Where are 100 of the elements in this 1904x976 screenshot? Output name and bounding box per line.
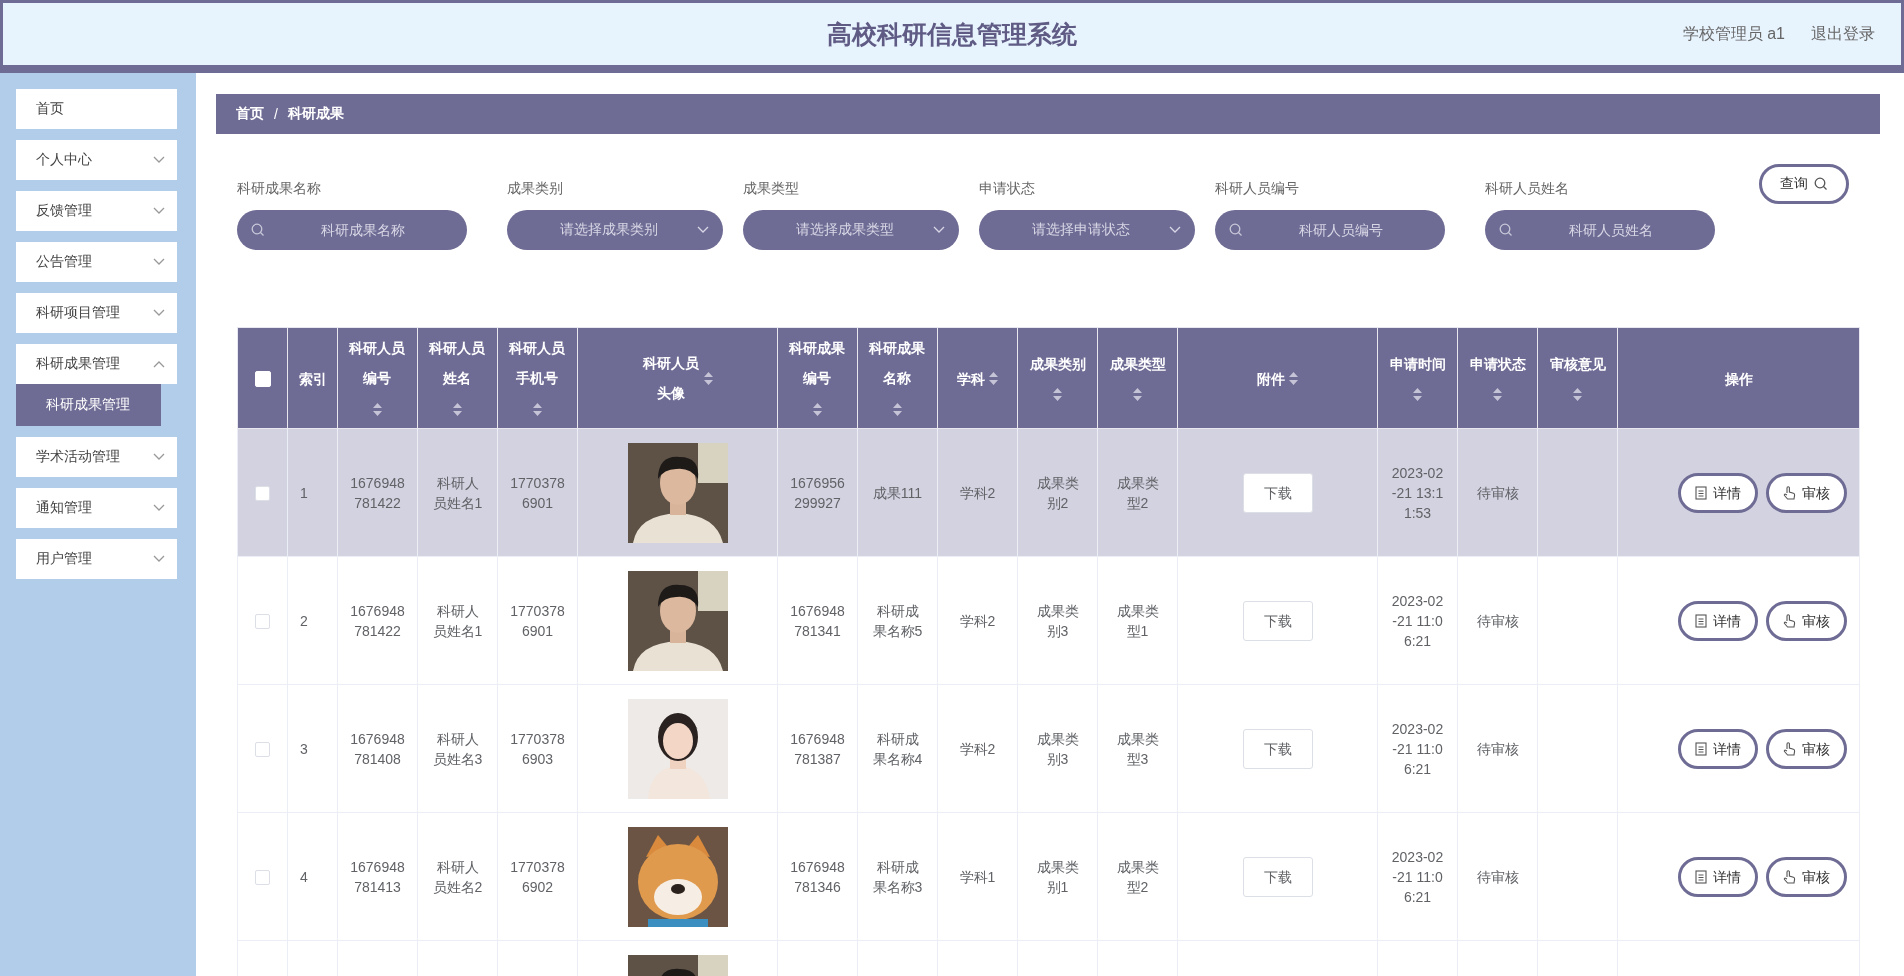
column-header: 索引 — [298, 369, 327, 389]
table-cell: 科研成果名称3 — [872, 858, 923, 895]
filter-label: 科研人员姓名 — [1485, 179, 1570, 198]
review-button[interactable]: 审核 — [1766, 472, 1847, 513]
search-field[interactable]: 科研人员姓名 — [1485, 210, 1715, 250]
sidebar-item[interactable]: 首页 — [16, 89, 177, 129]
download-button[interactable]: 下载 — [1242, 728, 1313, 769]
table-cell: 17703786901 — [510, 474, 565, 511]
sidebar-item[interactable]: 科研成果管理 — [16, 344, 177, 384]
review-button[interactable]: 审核 — [1766, 600, 1847, 641]
sidebar-item[interactable]: 反馈管理 — [16, 191, 177, 231]
table-cell: 2023-02-21 13:11:53 — [1391, 464, 1444, 521]
select-field[interactable]: 请选择申请状态 — [979, 210, 1195, 250]
document-icon — [1695, 613, 1707, 628]
review-button[interactable]: 审核 — [1766, 728, 1847, 769]
chevron-down-icon — [933, 226, 945, 234]
table-cell: 4 — [300, 868, 308, 885]
sidebar-item[interactable]: 公告管理 — [16, 242, 177, 282]
select-field[interactable]: 请选择成果类别 — [507, 210, 723, 250]
sidebar-item[interactable]: 用户管理 — [16, 539, 177, 579]
table-cell: 1676956299927 — [790, 474, 845, 511]
document-icon — [1695, 869, 1707, 884]
table-cell: 学科2 — [959, 612, 996, 629]
table-cell: 成果类型1 — [1116, 602, 1159, 639]
table-cell: 待审核 — [1476, 740, 1519, 757]
table-cell: 1676948781387 — [790, 730, 845, 767]
table-cell: 17703786901 — [510, 602, 565, 639]
table-cell: 待审核 — [1476, 868, 1519, 885]
table-cell: 科研人员姓名3 — [432, 730, 483, 767]
sidebar-item[interactable]: 学术活动管理 — [16, 437, 177, 477]
table-cell: 2023-02-21 11:06:21 — [1391, 848, 1444, 905]
table-cell: 成果类型2 — [1116, 858, 1159, 895]
search-field[interactable]: 科研人员编号 — [1215, 210, 1445, 250]
chevron-down-icon — [1169, 226, 1181, 234]
download-button[interactable]: 下载 — [1242, 856, 1313, 897]
query-button[interactable]: 查询 — [1759, 164, 1849, 204]
table-cell: 待审核 — [1476, 484, 1519, 501]
document-icon — [1695, 741, 1707, 756]
table-cell: 1676948781422 — [350, 474, 405, 511]
table-cell: 2 — [300, 612, 308, 629]
table-cell: 1676948781413 — [350, 858, 405, 895]
search-icon — [1229, 223, 1243, 237]
table-cell: 学科1 — [959, 868, 996, 885]
search-field[interactable]: 科研成果名称 — [237, 210, 467, 250]
details-button[interactable]: 详情 — [1678, 728, 1758, 769]
download-button[interactable]: 下载 — [1242, 600, 1313, 641]
table-cell: 1676948781341 — [790, 602, 845, 639]
filter-label: 申请状态 — [979, 179, 1036, 198]
table-cell: 成果类别3 — [1036, 730, 1079, 767]
row-checkbox[interactable] — [255, 870, 270, 886]
filter-label: 成果类别 — [507, 179, 564, 198]
table-cell: 科研成果名称4 — [872, 730, 923, 767]
select-field[interactable]: 请选择成果类型 — [743, 210, 959, 250]
filter-label: 科研人员编号 — [1215, 179, 1300, 198]
column-header[interactable]: 科研人员头像 — [641, 348, 701, 408]
table-cell: 1 — [300, 484, 308, 501]
document-icon — [1695, 485, 1707, 500]
table-cell: 1676948781408 — [350, 730, 405, 767]
select-all-checkbox[interactable] — [254, 371, 271, 388]
details-button[interactable]: 详情 — [1678, 472, 1758, 513]
table-cell: 17703786903 — [510, 730, 565, 767]
table-cell: 2023-02-21 11:06:21 — [1391, 720, 1444, 777]
table-cell: 1676948781346 — [790, 858, 845, 895]
system-title: 高校科研信息管理系统 — [827, 18, 1077, 50]
table-cell: 成果类型3 — [1116, 730, 1159, 767]
breadcrumb-separator: / — [274, 106, 278, 122]
table-cell: 科研人员姓名1 — [432, 602, 483, 639]
details-button[interactable]: 详情 — [1678, 856, 1758, 897]
table-cell: 科研人员姓名1 — [432, 474, 483, 511]
review-button[interactable]: 审核 — [1766, 856, 1847, 897]
filter-label: 成果类型 — [743, 179, 800, 198]
table-cell: 学科2 — [959, 484, 996, 501]
sidebar-item[interactable]: 通知管理 — [16, 488, 177, 528]
search-icon — [1499, 223, 1513, 237]
table-cell: 科研人员姓名2 — [432, 858, 483, 895]
table-cell: 成果类型2 — [1116, 474, 1159, 511]
filter-label: 科研成果名称 — [237, 179, 322, 198]
logout-link[interactable]: 退出登录 — [1811, 23, 1875, 45]
table-cell: 科研成果名称5 — [872, 602, 923, 639]
table-cell: 学科2 — [959, 740, 996, 757]
breadcrumb-link[interactable]: 首页 — [236, 105, 264, 123]
details-button[interactable]: 详情 — [1678, 600, 1758, 641]
sidebar-item[interactable]: 个人中心 — [16, 140, 177, 180]
sidebar-item[interactable]: 科研项目管理 — [16, 293, 177, 333]
row-checkbox[interactable] — [255, 486, 270, 502]
table-cell: 3 — [300, 740, 308, 757]
download-button[interactable]: 下载 — [1242, 472, 1313, 513]
table-cell: 成果111 — [872, 484, 923, 501]
column-header[interactable]: 学科 — [957, 363, 986, 394]
submenu-item[interactable]: 科研成果管理 — [16, 384, 161, 426]
row-checkbox[interactable] — [255, 742, 270, 758]
row-checkbox[interactable] — [255, 614, 270, 630]
search-icon — [251, 223, 265, 237]
table-cell: 待审核 — [1476, 612, 1519, 629]
column-header: 操作 — [1724, 369, 1753, 389]
table-cell: 成果类别1 — [1036, 858, 1079, 895]
table-cell: 2023-02-21 11:06:21 — [1391, 592, 1444, 649]
table-cell: 成果类别2 — [1036, 474, 1079, 511]
column-header[interactable]: 附件 — [1257, 363, 1286, 394]
chevron-down-icon — [697, 226, 709, 234]
